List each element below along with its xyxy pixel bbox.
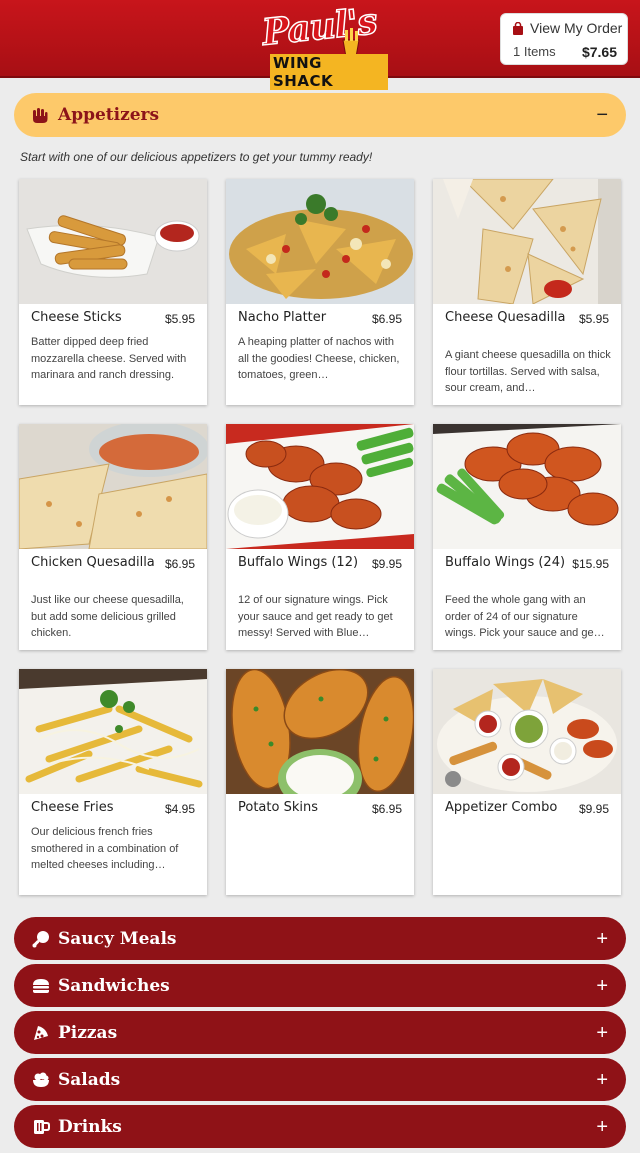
expand-toggle[interactable]: + <box>596 976 608 996</box>
item-name: Buffalo Wings (24) <box>445 555 566 570</box>
menu-item-card[interactable]: Buffalo Wings (12) $9.95 12 of our signa… <box>226 424 414 650</box>
menu-item-card[interactable]: Nacho Platter $6.95 A heaping platter of… <box>226 179 414 405</box>
item-price: $5.95 <box>578 312 609 326</box>
menu-item-card[interactable]: Potato Skins $6.95 <box>226 669 414 895</box>
menu-item-card[interactable]: Cheese Fries $4.95 Our delicious french … <box>19 669 207 895</box>
item-price: $15.95 <box>572 557 609 571</box>
accordion-pizzas[interactable]: Pizzas + <box>14 1011 626 1054</box>
item-name: Potato Skins <box>238 800 318 815</box>
appetizers-intro: Start with one of our delicious appetize… <box>20 150 373 164</box>
item-name: Chicken Quesadilla <box>31 555 155 570</box>
menu-item-card[interactable]: Appetizer Combo $9.95 <box>433 669 621 895</box>
item-price: $6.95 <box>164 557 195 571</box>
cheese-quesadilla-image <box>433 179 621 304</box>
item-name: Nacho Platter <box>238 310 327 325</box>
accordion-saucy-meals[interactable]: Saucy Meals + <box>14 917 626 960</box>
item-name: Cheese Sticks <box>31 310 122 325</box>
order-item-count: 1 Items <box>513 44 556 59</box>
item-description: Just like our cheese quesadilla, but add… <box>31 594 184 639</box>
accordion-title-appetizers: Appetizers <box>58 105 160 125</box>
potato-skins-image <box>226 669 414 794</box>
site-header: Paul's WING SHACK View My Order 1 Items … <box>0 0 640 90</box>
item-price: $5.95 <box>164 312 195 326</box>
shopping-bag-icon <box>513 21 523 35</box>
item-name: Cheese Quesadilla <box>445 310 566 325</box>
buffalo-wings-24-image <box>433 424 621 549</box>
item-name: Appetizer Combo <box>445 800 558 815</box>
buffalo-wings-12-image <box>226 424 414 549</box>
accordion-title: Pizzas <box>58 1022 118 1043</box>
accordion-title: Sandwiches <box>58 975 170 996</box>
expand-toggle[interactable]: + <box>596 929 608 949</box>
drumstick-icon <box>32 930 49 947</box>
item-price: $9.95 <box>371 557 402 571</box>
item-name: Cheese Fries <box>31 800 114 815</box>
menu-item-card[interactable]: Buffalo Wings (24) $15.95 Feed the whole… <box>433 424 621 650</box>
item-name: Buffalo Wings (12) <box>238 555 359 570</box>
order-total: $7.65 <box>581 44 617 60</box>
menu-item-card[interactable]: Cheese Sticks $5.95 Batter dipped deep f… <box>19 179 207 405</box>
accordion-salads[interactable]: Salads + <box>14 1058 626 1101</box>
item-description: A giant cheese quesadilla on thick flour… <box>445 349 611 394</box>
logo-subtitle: WING SHACK <box>270 54 388 90</box>
item-price: $4.95 <box>164 802 195 816</box>
accordion-title: Salads <box>58 1069 121 1090</box>
item-price: $6.95 <box>371 312 402 326</box>
accordion-title: Drinks <box>58 1116 122 1137</box>
pauls-wing-shack-logo[interactable]: Paul's WING SHACK <box>258 0 388 90</box>
accordion-appetizers[interactable]: Appetizers − <box>14 93 626 137</box>
item-description: Batter dipped deep fried mozzarella chee… <box>31 336 187 381</box>
collapse-toggle[interactable]: − <box>596 105 608 125</box>
hand-icon <box>33 107 48 123</box>
view-my-order-button[interactable]: View My Order 1 Items $7.65 <box>500 13 628 65</box>
accordion-sandwiches[interactable]: Sandwiches + <box>14 964 626 1007</box>
accordion-title: Saucy Meals <box>58 928 177 949</box>
cheese-fries-image <box>19 669 207 794</box>
pizza-icon <box>34 1025 48 1040</box>
accordion-drinks[interactable]: Drinks + <box>14 1105 626 1148</box>
item-description: Our delicious french fries smothered in … <box>31 826 179 871</box>
mug-icon <box>34 1119 50 1134</box>
expand-toggle[interactable]: + <box>596 1117 608 1137</box>
item-description: A heaping platter of nachos with all the… <box>238 336 400 381</box>
nacho-platter-image <box>226 179 414 304</box>
item-price: $9.95 <box>578 802 609 816</box>
appetizer-combo-image <box>433 669 621 794</box>
item-price: $6.95 <box>371 802 402 816</box>
cheese-sticks-image <box>19 179 207 304</box>
item-description: Feed the whole gang with an order of 24 … <box>445 594 605 639</box>
menu-item-card[interactable]: Cheese Quesadilla $5.95 A giant cheese q… <box>433 179 621 405</box>
burger-icon <box>33 978 49 993</box>
chicken-quesadilla-image <box>19 424 207 549</box>
expand-toggle[interactable]: + <box>596 1070 608 1090</box>
menu-item-card[interactable]: Chicken Quesadilla $6.95 Just like our c… <box>19 424 207 650</box>
item-description: 12 of our signature wings. Pick your sau… <box>238 594 393 639</box>
view-order-label: View My Order <box>530 20 623 36</box>
expand-toggle[interactable]: + <box>596 1023 608 1043</box>
salad-icon <box>33 1072 49 1087</box>
